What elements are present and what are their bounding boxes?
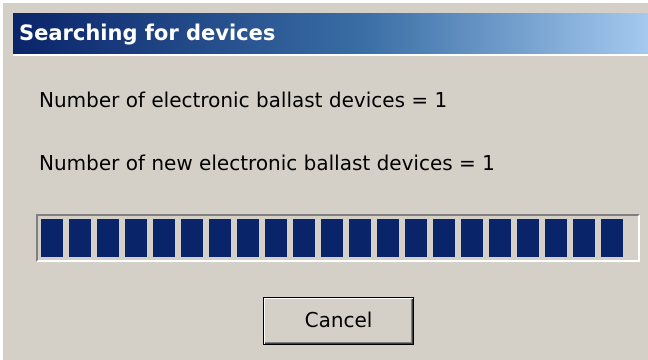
cancel-button[interactable]: Cancel	[263, 297, 414, 345]
progress-chunk	[209, 219, 231, 257]
progress-chunk	[41, 219, 63, 257]
progress-chunk	[349, 219, 371, 257]
progress-chunk	[97, 219, 119, 257]
progress-chunk	[293, 219, 315, 257]
progress-chunk	[377, 219, 399, 257]
progress-chunk	[517, 219, 539, 257]
dialog-title: Searching for devices	[19, 21, 276, 45]
progress-fill	[41, 219, 637, 257]
progress-chunk	[321, 219, 343, 257]
search-progress-bar	[36, 214, 640, 262]
progress-chunk	[573, 219, 595, 257]
progress-chunk	[405, 219, 427, 257]
progress-chunk	[601, 219, 623, 257]
progress-chunk	[153, 219, 175, 257]
progress-chunk	[265, 219, 287, 257]
device-count-label: Number of electronic ballast devices = 1	[39, 88, 448, 112]
progress-chunk	[125, 219, 147, 257]
progress-chunk	[545, 219, 567, 257]
progress-chunk	[237, 219, 259, 257]
progress-chunk	[69, 219, 91, 257]
title-bar[interactable]: Searching for devices	[13, 13, 648, 56]
new-device-count-label: Number of new electronic ballast devices…	[39, 151, 495, 175]
progress-chunk	[461, 219, 483, 257]
progress-chunk	[433, 219, 455, 257]
progress-chunk	[489, 219, 511, 257]
progress-chunk	[181, 219, 203, 257]
search-dialog: Searching for devices Number of electron…	[0, 0, 648, 360]
